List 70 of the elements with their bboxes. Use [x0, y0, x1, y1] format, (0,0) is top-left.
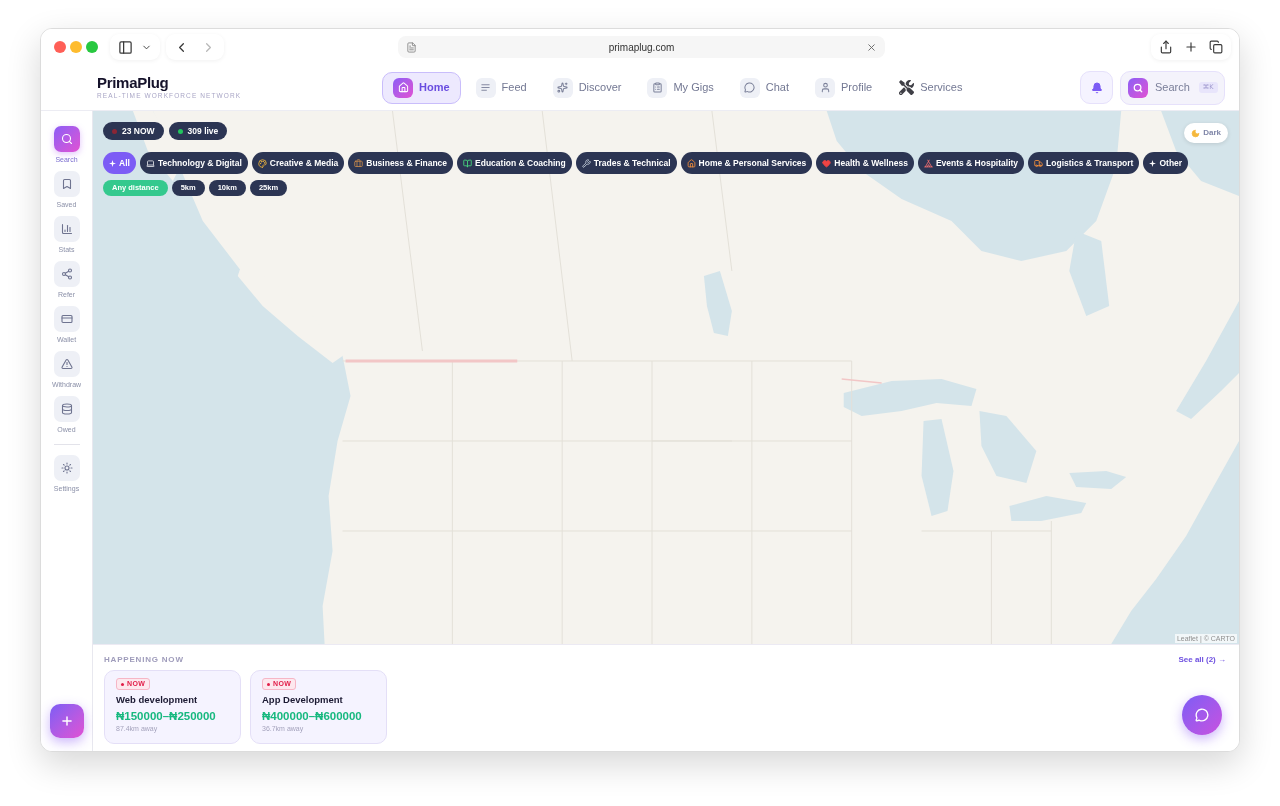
user-icon [815, 77, 836, 98]
sun-icon [53, 455, 80, 481]
sparkles-icon [552, 77, 573, 98]
share-icon[interactable] [1159, 40, 1173, 54]
category-chip[interactable]: Technology & Digital [139, 152, 248, 174]
add-button[interactable] [49, 704, 84, 738]
clipboard-icon [647, 77, 668, 98]
page-icon [406, 41, 417, 53]
sidebar-toggle-icon[interactable] [118, 39, 133, 55]
palette-icon [257, 158, 267, 168]
truck-icon [1034, 158, 1044, 168]
chat-bubble-icon [1195, 708, 1209, 722]
category-chip[interactable]: Business & Finance [348, 152, 454, 174]
section-title: HAPPENING NOW [104, 655, 184, 665]
bell-icon [1090, 81, 1103, 94]
new-tab-icon[interactable] [1184, 40, 1198, 54]
card-icon [53, 306, 80, 332]
gig-title: App Development [262, 694, 343, 706]
close-window-icon[interactable] [54, 41, 66, 53]
house-icon [686, 158, 696, 168]
laptop-icon [145, 158, 155, 168]
tools-icon [898, 79, 915, 96]
moon-icon [1191, 128, 1201, 138]
nav-tab[interactable]: Profile [804, 71, 884, 104]
gig-title: Web development [116, 694, 198, 706]
category-chip[interactable]: Health & Wellness [816, 152, 914, 174]
notifications-button[interactable] [1080, 71, 1113, 104]
category-chip[interactable]: Creative & Media [251, 152, 345, 174]
sparkle-icon [109, 159, 116, 167]
nav-tab[interactable]: Home [382, 71, 461, 104]
category-chip[interactable]: Logistics & Transport [1028, 152, 1140, 174]
share-icon [53, 261, 80, 287]
stat-label: 23 NOW [122, 124, 155, 138]
close-icon[interactable] [866, 41, 877, 53]
tent-icon [923, 158, 933, 168]
gig-price: ₦400000–₦600000 [262, 709, 362, 723]
category-chip[interactable]: Other [1143, 152, 1189, 174]
heart-icon [822, 158, 832, 168]
category-chip[interactable]: Events & Hospitality [917, 152, 1025, 174]
nav-tab[interactable]: My Gigs [636, 71, 725, 104]
zoom-window-icon[interactable] [86, 41, 98, 53]
chat-bubble-icon [739, 77, 760, 98]
search-icon [53, 126, 80, 152]
stat-label: 309 live [187, 124, 219, 138]
brand-name: PrimaPlug [97, 75, 170, 91]
nav-tab[interactable]: Services [887, 71, 974, 104]
category-chip[interactable]: All [103, 152, 136, 174]
gig-price: ₦150000–₦250000 [116, 709, 216, 723]
sparkle-icon [1149, 159, 1157, 167]
bookmark-icon [53, 171, 80, 197]
dark-mode-toggle[interactable]: Dark [1184, 123, 1228, 143]
category-chip[interactable]: Home & Personal Services [680, 152, 813, 174]
triangle-icon [53, 351, 80, 377]
wrench-icon [581, 158, 591, 168]
briefcase-icon [354, 158, 364, 168]
book-icon [463, 158, 473, 168]
plus-icon [59, 714, 74, 728]
search-icon [1128, 77, 1148, 98]
nav-tab[interactable]: Chat [728, 71, 801, 104]
nav-tab[interactable]: Discover [541, 71, 633, 104]
bar-chart-icon [53, 216, 80, 242]
category-chip[interactable]: Trades & Technical [575, 152, 677, 174]
lines-icon [475, 77, 496, 98]
database-icon [53, 396, 80, 422]
address-field[interactable]: primaplug.com [398, 36, 885, 58]
nav-tab[interactable]: Feed [464, 71, 538, 104]
see-all-link[interactable]: See all (2) → [1178, 655, 1226, 665]
tabs-icon[interactable] [1209, 40, 1223, 54]
house-icon [393, 77, 413, 98]
category-chip[interactable]: Education & Coaching [457, 152, 572, 174]
